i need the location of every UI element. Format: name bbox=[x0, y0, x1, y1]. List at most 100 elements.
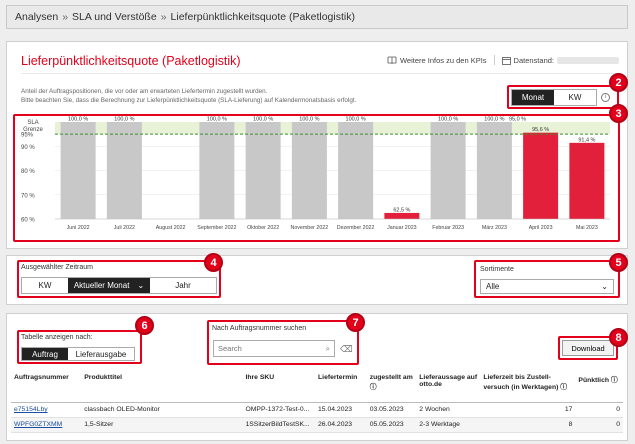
column-header-lieferzeit[interactable]: Lieferzeit bis Zustell-versuch (in Werkt… bbox=[480, 372, 576, 403]
breadcrumb-analysen[interactable]: Analysen bbox=[15, 11, 58, 23]
period-option-year[interactable]: Jahr bbox=[150, 278, 216, 293]
column-header-lieferaussage[interactable]: Lieferaussage auf otto.de bbox=[416, 372, 481, 403]
column-header-auftragsnummer[interactable]: Auftragsnummer bbox=[11, 372, 82, 403]
sortiment-select[interactable]: Alle ⌄ bbox=[480, 279, 614, 294]
orders-table: Auftragsnummer Produkttitel Ihre SKU Lie… bbox=[11, 372, 623, 433]
table-row[interactable]: WPFG0ZTXMM 1,5-Sitzer 1SSitzerBildTestSK… bbox=[11, 417, 623, 433]
search-label: Nach Auftragsnummer suchen bbox=[212, 325, 307, 332]
callout-badge: 4 bbox=[204, 253, 223, 272]
x-tick-label: Mai 2023 bbox=[576, 225, 598, 231]
bar bbox=[569, 142, 605, 219]
bar bbox=[291, 122, 327, 219]
table-row[interactable]: e75154Lby classbach OLED-Monitor OMPP-13… bbox=[11, 402, 623, 418]
callout-badge: 3 bbox=[609, 104, 628, 123]
cell-delivered-at: 05.05.2023 bbox=[366, 417, 417, 433]
cell-delivery-promise: 2 Wochen bbox=[416, 402, 481, 418]
eraser-icon[interactable]: ⌫ bbox=[340, 344, 353, 355]
x-tick-label: Oktober 2022 bbox=[247, 225, 279, 231]
bar-value-label: 100,0 % bbox=[207, 117, 227, 123]
sortiment-value: Alle bbox=[486, 282, 500, 291]
bar-value-label: 100,0 % bbox=[484, 117, 504, 123]
cell-sku: 1SSitzerBildTestSK... bbox=[242, 417, 316, 433]
bar bbox=[338, 122, 374, 219]
y-tick-label: 95% bbox=[21, 133, 34, 139]
cell-lead-time: 8 bbox=[480, 417, 576, 433]
column-header-puenktlich-label: Pünktlich bbox=[578, 377, 609, 384]
bar-value-label: 62,5 % bbox=[393, 207, 410, 213]
granularity-option-monat[interactable]: Monat bbox=[512, 89, 554, 105]
sortiment-label: Sortimente bbox=[480, 266, 514, 273]
column-header-sku[interactable]: Ihre SKU bbox=[242, 372, 316, 403]
y-tick-label: 70 % bbox=[21, 193, 35, 199]
x-tick-label: April 2023 bbox=[529, 225, 553, 231]
chart-svg: 95% 90 % 80 % 70 % 60 % SLAGrenze 100,0 % Juni … bbox=[21, 117, 610, 231]
cell-order-number[interactable]: WPFG0ZTXMM bbox=[11, 417, 82, 433]
breadcrumb-sla[interactable]: SLA und Verstöße bbox=[72, 11, 157, 23]
orders-panel: Tabelle anzeigen nach: Auftrag Lieferaus… bbox=[6, 313, 628, 441]
bar bbox=[245, 122, 281, 219]
y-tick-label: 90 % bbox=[21, 145, 35, 151]
breadcrumb-separator: » bbox=[160, 11, 167, 23]
data-date-value-redacted bbox=[557, 56, 619, 64]
x-tick-label: November 2022 bbox=[291, 225, 329, 231]
bar bbox=[199, 122, 235, 219]
view-option-lieferausgabe[interactable]: Lieferausgabe bbox=[68, 348, 134, 360]
more-info-label: Weitere Infos zu den KPIs bbox=[399, 55, 487, 65]
bar-value-label: 100,0 % bbox=[114, 117, 134, 123]
description-line: Bitte beachten Sie, dass die Berechnung … bbox=[21, 97, 357, 104]
bar-value-label: 95,6 % bbox=[532, 127, 549, 133]
sla-label: SLA bbox=[27, 120, 38, 126]
data-date: Datenstand: bbox=[501, 55, 619, 65]
cell-product-title: 1,5-Sitzer bbox=[81, 417, 243, 433]
x-tick-label: August 2022 bbox=[156, 225, 186, 231]
column-header-puenktlich[interactable]: Pünktlich ⓘ bbox=[575, 372, 623, 403]
cell-delivery-date: 26.04.2023 bbox=[315, 417, 367, 433]
period-option-kw[interactable]: KW bbox=[22, 278, 68, 293]
column-header-lieferzeit-label: Lieferzeit bis Zustell-versuch (in Werkt… bbox=[483, 374, 559, 391]
kpi-panel: Lieferpünktlichkeitsquote (Paketlogistik… bbox=[6, 41, 628, 249]
more-info-link[interactable]: Weitere Infos zu den KPIs bbox=[387, 56, 487, 65]
bar bbox=[523, 132, 559, 219]
bar-value-label: 100,0 % bbox=[68, 117, 88, 123]
sla-value-label: 95,0 % bbox=[509, 117, 526, 123]
bar-value-label: 91,4 % bbox=[578, 137, 595, 143]
info-icon[interactable]: ⓘ bbox=[370, 384, 377, 391]
column-header-liefertermin[interactable]: Liefertermin bbox=[315, 372, 367, 403]
bar-value-label: 100,0 % bbox=[346, 117, 366, 123]
kpi-description: Anteil der Auftragspositionen, die vor o… bbox=[21, 87, 401, 105]
granularity-toggle-group: Monat KW i bbox=[507, 85, 619, 109]
info-icon[interactable]: ⓘ bbox=[611, 377, 618, 384]
period-option-current-month[interactable]: Aktueller Monat ⌄ bbox=[68, 278, 150, 293]
callout-badge: 8 bbox=[609, 328, 628, 347]
granularity-option-kw[interactable]: KW bbox=[554, 90, 596, 105]
y-tick-label: 80 % bbox=[21, 169, 35, 175]
search-field: ⌕ bbox=[213, 340, 335, 357]
data-date-label: Datenstand: bbox=[513, 55, 554, 65]
title-divider bbox=[21, 73, 617, 74]
table-view-label: Tabelle anzeigen nach: bbox=[21, 334, 93, 341]
cell-delivery-promise: 2-3 Werktage bbox=[416, 417, 481, 433]
column-header-zugestellt[interactable]: zugestellt am ⓘ bbox=[366, 372, 417, 403]
chevron-down-icon: ⌄ bbox=[601, 282, 608, 291]
x-tick-label: September 2022 bbox=[197, 225, 236, 231]
order-link[interactable]: e75154Lby bbox=[14, 406, 48, 413]
y-tick-label: 60 % bbox=[21, 218, 35, 224]
top-links: Weitere Infos zu den KPIs Datenstand: bbox=[387, 55, 619, 65]
chevron-down-icon: ⌄ bbox=[137, 281, 145, 290]
search-input[interactable] bbox=[218, 344, 318, 353]
book-icon bbox=[387, 56, 397, 64]
period-label: Ausgewählter Zeitraum bbox=[21, 264, 93, 271]
cell-order-number[interactable]: e75154Lby bbox=[11, 402, 82, 418]
order-link[interactable]: WPFG0ZTXMM bbox=[14, 421, 62, 428]
info-icon[interactable]: ⓘ bbox=[560, 384, 567, 391]
view-option-auftrag[interactable]: Auftrag bbox=[22, 348, 68, 360]
period-option-current-month-label: Aktueller Monat bbox=[73, 281, 130, 290]
info-icon[interactable]: i bbox=[601, 92, 610, 102]
filter-panel: Ausgewählter Zeitraum KW Aktueller Monat… bbox=[6, 253, 628, 305]
granularity-toggle: Monat KW bbox=[511, 88, 597, 106]
column-header-produkttitel[interactable]: Produkttitel bbox=[81, 372, 243, 403]
download-button[interactable]: Download bbox=[562, 340, 614, 356]
search-icon[interactable]: ⌕ bbox=[326, 344, 330, 354]
page-title: Lieferpünktlichkeitsquote (Paketlogistik… bbox=[21, 54, 241, 68]
x-tick-label: Juni 2022 bbox=[67, 225, 90, 231]
